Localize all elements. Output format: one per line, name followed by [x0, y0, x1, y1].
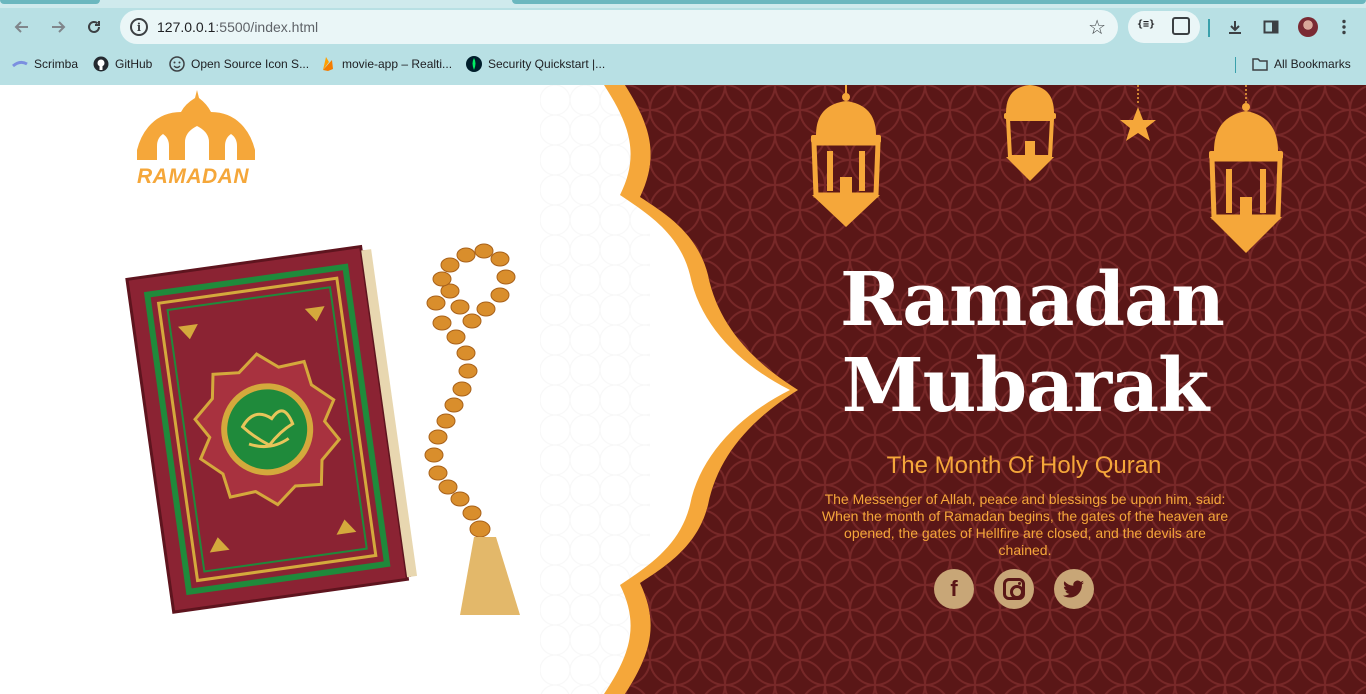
- bookmark-scrimba[interactable]: Scrimba: [12, 55, 78, 73]
- github-icon: [93, 56, 109, 72]
- facebook-icon: f: [950, 576, 958, 601]
- url-path: :5500/index.html: [215, 19, 319, 35]
- twitter-button[interactable]: [1054, 569, 1094, 609]
- logo-text: RAMADAN: [137, 165, 249, 188]
- quran-book-image: [125, 243, 520, 615]
- back-button[interactable]: [7, 12, 37, 42]
- reload-icon: [88, 20, 100, 33]
- smiley-icon: [169, 56, 185, 72]
- toolbar: i 127.0.0.1:5500/index.html ☆ {≡}: [0, 8, 1366, 46]
- bookmark-github[interactable]: GitHub: [93, 55, 152, 73]
- firebase-icon: [320, 56, 336, 72]
- facebook-button[interactable]: f: [934, 569, 974, 609]
- bookmark-open-source-icons[interactable]: Open Source Icon S...: [169, 55, 309, 73]
- bookmark-movie-app[interactable]: movie-app – Realti...: [320, 55, 452, 73]
- extensions-puzzle-icon[interactable]: [1172, 17, 1190, 35]
- hero-title-line1: Ramadan: [840, 257, 1225, 343]
- arrow-left-icon: [14, 21, 28, 33]
- mongodb-icon: [466, 56, 482, 72]
- tassel: [460, 537, 520, 615]
- reload-button[interactable]: [79, 12, 109, 42]
- hero-subtitle: The Month Of Holy Quran: [886, 452, 1162, 479]
- bookmark-label: movie-app – Realti...: [342, 57, 453, 71]
- bookmark-label: GitHub: [115, 57, 153, 71]
- tab-left[interactable]: [0, 0, 100, 4]
- bookmark-star-icon[interactable]: ☆: [1088, 15, 1106, 40]
- bookmark-label: Open Source Icon S...: [191, 57, 310, 71]
- twitter-icon: [1063, 580, 1084, 598]
- all-bookmarks-button[interactable]: All Bookmarks: [1252, 55, 1351, 73]
- profile-avatar[interactable]: [1298, 17, 1318, 37]
- tab-strip: [0, 0, 1366, 8]
- json-extension-icon[interactable]: {≡}: [1137, 19, 1155, 30]
- download-icon[interactable]: [1222, 14, 1248, 40]
- prayer-beads: [424, 243, 516, 538]
- browser-chrome: i 127.0.0.1:5500/index.html ☆ {≡} Scrimb…: [0, 0, 1366, 85]
- instagram-button[interactable]: [994, 569, 1034, 609]
- arrow-right-icon: [52, 21, 66, 33]
- extensions-group: {≡}: [1128, 11, 1200, 43]
- folder-icon: [1252, 56, 1268, 72]
- bookmarks-separator: [1235, 57, 1236, 73]
- hero-description: The Messenger of Allah, peace and blessi…: [821, 491, 1229, 558]
- tab-right[interactable]: [512, 0, 1366, 4]
- menu-kebab-icon[interactable]: [1331, 14, 1357, 40]
- social-links: f: [934, 569, 1094, 609]
- ramadan-page: RAMADAN Ramadan Mubarak The Month Of Hol…: [0, 85, 1366, 694]
- url-host: 127.0.0.1: [157, 19, 216, 35]
- bookmark-security-quickstart[interactable]: Security Quickstart |...: [466, 55, 605, 73]
- hero-title-line2: Mubarak: [841, 343, 1210, 429]
- bookmark-label: Security Quickstart |...: [488, 57, 606, 71]
- instagram-icon: [1003, 578, 1025, 600]
- hero-title: Ramadan Mubarak: [840, 257, 1225, 429]
- toolbar-separator: [1208, 19, 1210, 37]
- side-panel-icon[interactable]: [1258, 14, 1284, 40]
- bookmarks-bar: Scrimba GitHub Open Source Icon S... mov…: [0, 50, 1366, 78]
- url-text[interactable]: 127.0.0.1:5500/index.html: [157, 19, 318, 35]
- forward-button[interactable]: [43, 12, 73, 42]
- address-bar[interactable]: i 127.0.0.1:5500/index.html ☆: [120, 10, 1118, 44]
- bookmark-label: Scrimba: [34, 57, 79, 71]
- scrimba-icon: [12, 56, 28, 72]
- all-bookmarks-label: All Bookmarks: [1274, 57, 1351, 71]
- site-info-icon[interactable]: i: [130, 18, 148, 36]
